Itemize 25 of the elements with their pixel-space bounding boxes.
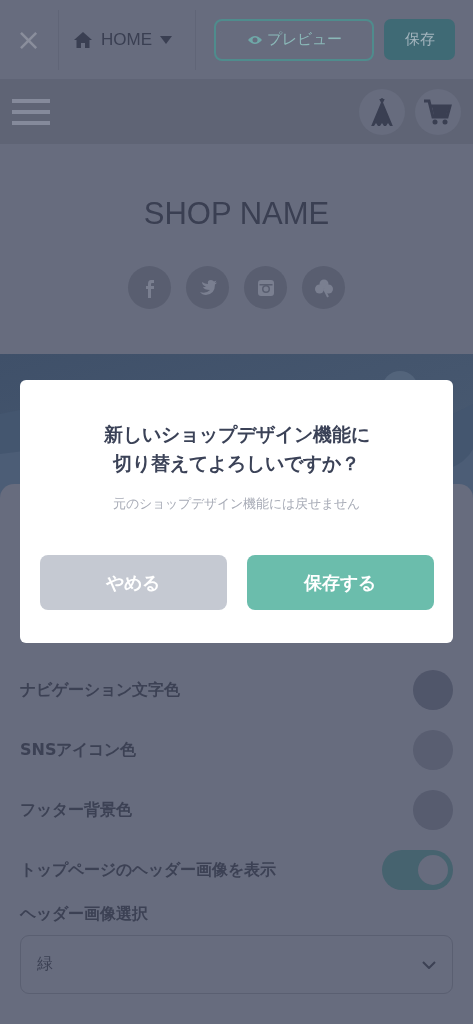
menu-icon[interactable] <box>12 99 50 125</box>
close-button[interactable]: × <box>0 9 58 70</box>
cart-icon <box>424 99 452 125</box>
cancel-button[interactable]: やめる <box>39 555 227 610</box>
dialog-title: 新しいショップデザイン機能に <box>103 422 370 447</box>
caret-icon <box>160 35 172 44</box>
tent-button[interactable] <box>359 89 405 135</box>
toggle-switch[interactable] <box>382 850 453 890</box>
social-button[interactable] <box>186 266 229 309</box>
dialog-title: 切り替えてよろしいですか？ <box>113 450 360 476</box>
bird-icon <box>197 277 218 298</box>
tent-icon <box>370 98 394 126</box>
clover-icon <box>313 277 334 298</box>
confirm-button[interactable]: 保存する <box>246 555 434 610</box>
preview-button[interactable]: プレビュー <box>214 18 374 61</box>
cart-button[interactable] <box>415 89 461 135</box>
social-button[interactable] <box>244 266 287 309</box>
eye-icon <box>246 33 263 46</box>
camera-icon <box>255 277 276 298</box>
dialog-message: 元のショップデザイン機能には戻せません <box>113 495 360 513</box>
social-button[interactable] <box>302 266 345 309</box>
chevron-down-icon <box>422 960 436 969</box>
save-button[interactable]: 保存 <box>384 19 455 60</box>
social-button[interactable] <box>128 266 171 309</box>
home-icon <box>73 30 93 49</box>
